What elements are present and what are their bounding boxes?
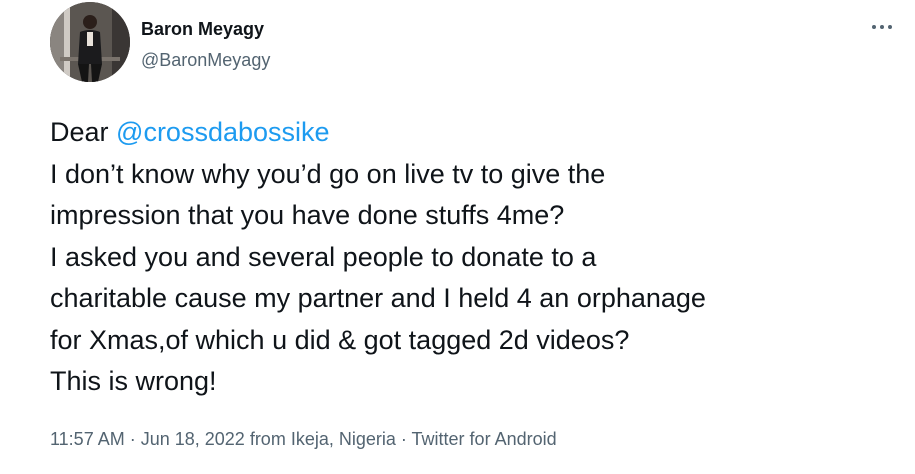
tweet-meta: 11:57 AM · Jun 18, 2022 from Ikeja, Nige… xyxy=(50,427,557,451)
meta-separator: · xyxy=(395,429,412,449)
tweet-line: for Xmas,of which u did & got tagged 2d … xyxy=(50,324,630,355)
tweet-line: This is wrong! xyxy=(50,366,217,396)
more-horizontal-icon-dot xyxy=(888,25,892,29)
more-horizontal-icon-dot xyxy=(880,25,884,29)
avatar-photo xyxy=(50,2,130,82)
more-horizontal-icon xyxy=(872,25,876,29)
tweet-line: impression that you have done stuffs 4me… xyxy=(50,200,565,230)
more-options-button[interactable] xyxy=(862,14,902,40)
tweet-line: I don’t know why you’d go on live tv to … xyxy=(50,158,606,189)
tweet-source-link[interactable]: Twitter for Android xyxy=(412,429,557,449)
tweet-text: Dear @crossdabossike I don’t know why yo… xyxy=(50,112,910,403)
tweet-location: from Ikeja, Nigeria xyxy=(244,429,396,449)
tweet-card: Baron Meyagy @BaronMeyagy Dear @crossdab… xyxy=(0,0,915,474)
tweet-time: 11:57 AM xyxy=(50,429,125,449)
tweet-timestamp-link[interactable]: 11:57 AM · Jun 18, 2022 xyxy=(50,429,245,449)
tweet-line: I asked you and several people to donate… xyxy=(50,241,597,272)
meta-separator: · xyxy=(124,429,141,449)
author-name[interactable]: Baron Meyagy xyxy=(141,18,264,40)
mention-link[interactable]: @crossdabossike xyxy=(116,117,330,147)
tweet-line-greeting: Dear @crossdabossike xyxy=(50,112,910,154)
tweet-line: charitable cause my partner and I held 4… xyxy=(50,283,706,313)
greeting-text: Dear xyxy=(50,117,117,147)
avatar[interactable] xyxy=(50,2,130,82)
author-handle[interactable]: @BaronMeyagy xyxy=(141,49,270,71)
tweet-date: Jun 18, 2022 xyxy=(140,429,245,449)
